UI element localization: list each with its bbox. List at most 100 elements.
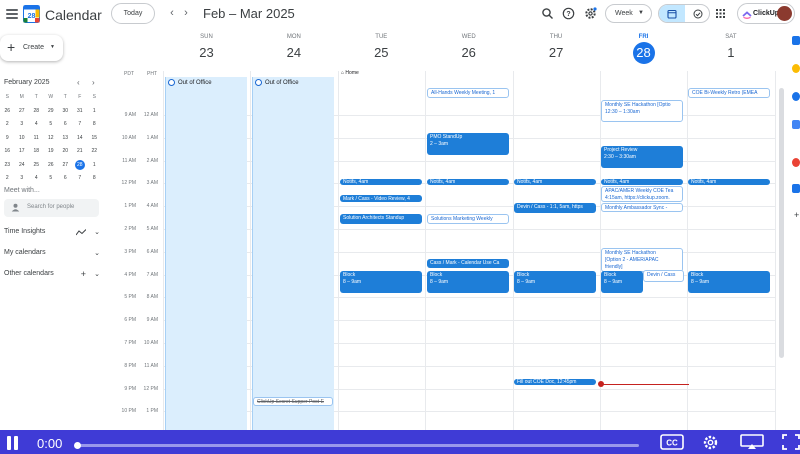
day-number-button[interactable]: 27 xyxy=(545,42,567,64)
mini-day-cell[interactable]: 4 xyxy=(29,172,44,186)
calendar-event[interactable]: Notifs, 4am xyxy=(514,179,596,185)
calendar-event[interactable]: Block 8 – 9am xyxy=(688,271,770,293)
closed-captions-icon[interactable]: CC xyxy=(660,434,684,450)
calendar-view-toggle[interactable] xyxy=(659,5,685,22)
mini-day-cell[interactable]: 10 xyxy=(15,132,30,146)
calendar-event[interactable]: Monthly SE Hackathon [Option 2 - AMER/APA… xyxy=(601,248,683,272)
time-insights-section[interactable]: Time Insights ⌄ xyxy=(4,228,100,240)
day-number-button[interactable]: 1 xyxy=(720,42,742,64)
mini-day-cell[interactable]: 4 xyxy=(29,118,44,132)
my-calendars-section[interactable]: My calendars ⌄ xyxy=(4,249,100,261)
vertical-scrollbar[interactable] xyxy=(779,88,784,358)
prev-week-chevron-icon[interactable]: ‹ xyxy=(167,6,177,20)
user-avatar[interactable] xyxy=(777,6,792,21)
calendar-event[interactable]: COE Bi-Weekly Retro (EMEA xyxy=(688,88,770,98)
mini-day-cell[interactable]: 29 xyxy=(44,105,59,119)
mini-day-cell[interactable]: 7 xyxy=(73,118,88,132)
clickup-extension-button[interactable]: ClickUp xyxy=(737,3,795,24)
calendar-event[interactable]: Fill out COE Doc, 12:45pm xyxy=(514,379,596,385)
day-number-button[interactable]: 25 xyxy=(370,42,392,64)
mini-day-cell[interactable]: 31 xyxy=(73,105,88,119)
calendar-event[interactable]: Project Review 2:30 – 3:30am xyxy=(601,146,683,168)
add-calendar-plus-icon[interactable]: + xyxy=(81,269,86,279)
view-selector-dropdown[interactable]: Week ▼ xyxy=(605,4,652,23)
gear-icon[interactable] xyxy=(702,434,719,451)
out-of-office-event[interactable]: Out of Office xyxy=(252,77,334,430)
calendar-event[interactable]: Cass / Mark - Calendar Use Ca xyxy=(427,259,509,268)
mini-day-cell[interactable]: 14 xyxy=(73,132,88,146)
mini-day-cell[interactable]: 2 xyxy=(0,118,15,132)
mini-day-cell[interactable]: 19 xyxy=(44,145,59,159)
calendar-event[interactable]: Block 8 – 9am xyxy=(340,271,422,293)
mini-day-cell[interactable]: 21 xyxy=(73,145,88,159)
calendar-event-declined[interactable]: ClickUp Secret Supper Post-E xyxy=(253,397,333,406)
calendar-event[interactable]: APAC/AMER Weekly COE Tea 4:15am, https://… xyxy=(601,186,683,202)
tasks-app-icon[interactable] xyxy=(792,92,800,101)
mini-day-cell[interactable]: 2 xyxy=(0,172,15,186)
add-addon-plus-icon[interactable]: + xyxy=(794,210,799,220)
mini-day-cell[interactable]: 11 xyxy=(29,132,44,146)
mini-day-cell[interactable]: 8 xyxy=(87,172,102,186)
mini-day-cell[interactable]: 25 xyxy=(29,159,44,173)
mini-day-cell[interactable]: 17 xyxy=(15,145,30,159)
keep-app-icon[interactable] xyxy=(792,64,800,73)
apps-grid-icon[interactable] xyxy=(716,9,725,18)
mini-day-cell[interactable]: 3 xyxy=(15,172,30,186)
progress-knob[interactable] xyxy=(74,442,81,449)
calendar-event[interactable]: Notifs, 4am xyxy=(601,179,683,185)
mini-day-cell[interactable]: 3 xyxy=(15,118,30,132)
mini-day-cell[interactable]: 24 xyxy=(15,159,30,173)
calendar-event[interactable]: Block 8 – 9am xyxy=(427,271,509,293)
day-number-button[interactable]: 28 xyxy=(632,42,655,64)
fullscreen-icon[interactable] xyxy=(782,434,800,450)
mini-day-cell[interactable]: 20 xyxy=(58,145,73,159)
mini-day-cell[interactable]: 16 xyxy=(0,145,15,159)
create-button[interactable]: + Create ▼ xyxy=(0,35,63,61)
people-search-input[interactable]: Search for people xyxy=(4,199,99,217)
calendar-event[interactable]: Monthly Ambassador Sync - xyxy=(601,203,683,212)
time-grid[interactable]: Out of Office Out of Office ⌂ Home All-H… xyxy=(163,70,776,436)
progress-bar[interactable] xyxy=(74,442,639,449)
help-icon[interactable]: ? xyxy=(562,7,575,20)
mini-day-cell[interactable]: 5 xyxy=(44,172,59,186)
mini-day-cell[interactable]: 1 xyxy=(87,105,102,119)
out-of-office-event[interactable]: Out of Office xyxy=(165,77,247,430)
calendar-event[interactable]: PMO StandUp 2 – 3am xyxy=(427,133,509,155)
mini-day-cell[interactable]: 9 xyxy=(0,132,15,146)
zoom-app-icon[interactable] xyxy=(792,184,800,193)
mini-day-cell[interactable]: 23 xyxy=(0,159,15,173)
gear-icon[interactable] xyxy=(584,7,597,20)
calendar-event[interactable]: Block 8 – 9am xyxy=(601,271,643,293)
mini-day-cell[interactable]: 7 xyxy=(73,172,88,186)
mini-day-cell[interactable]: 27 xyxy=(58,159,73,173)
calendar-event[interactable]: Notifs, 4am xyxy=(427,179,509,185)
mini-day-cell[interactable]: 18 xyxy=(29,145,44,159)
mini-day-cell[interactable]: 8 xyxy=(87,118,102,132)
mini-day-cell[interactable]: 28 xyxy=(73,159,88,173)
maps-app-icon[interactable] xyxy=(792,158,800,167)
hamburger-menu-icon[interactable] xyxy=(6,9,18,19)
mini-day-cell[interactable]: 13 xyxy=(58,132,73,146)
calendar-event[interactable]: Notifs, 4am xyxy=(340,179,422,185)
mini-day-cell[interactable]: 28 xyxy=(29,105,44,119)
calendar-event[interactable]: Devin / Cass - 1:1, 5am, https xyxy=(514,203,596,213)
mini-day-cell[interactable]: 6 xyxy=(58,172,73,186)
calendar-event[interactable]: Mark / Cass - Video Review, 4 xyxy=(340,195,422,202)
search-icon[interactable] xyxy=(541,7,554,20)
mini-day-cell[interactable]: 6 xyxy=(58,118,73,132)
mini-prev-chevron-icon[interactable]: ‹ xyxy=(77,78,80,87)
mini-day-cell[interactable]: 5 xyxy=(44,118,59,132)
tasks-view-toggle[interactable] xyxy=(685,5,709,22)
pause-icon[interactable] xyxy=(7,436,19,450)
other-calendars-section[interactable]: Other calendars + ⌄ xyxy=(4,269,100,282)
calendar-event[interactable]: Notifs, 4am xyxy=(688,179,770,185)
calendar-event[interactable]: Monthly SE Hackathon [Optio 12:30 – 1:30a… xyxy=(601,100,683,122)
mini-day-cell[interactable]: 26 xyxy=(44,159,59,173)
airplay-icon[interactable] xyxy=(740,434,764,450)
calendar-event[interactable]: All-Hands Weekly Meeting, 1 xyxy=(427,88,509,98)
day-number-button[interactable]: 24 xyxy=(283,42,305,64)
calendar-event[interactable]: Solution Architects Standup xyxy=(340,214,422,224)
contacts-app-icon[interactable] xyxy=(792,120,800,129)
mini-day-cell[interactable]: 30 xyxy=(58,105,73,119)
calendar-app-icon[interactable] xyxy=(792,36,800,45)
